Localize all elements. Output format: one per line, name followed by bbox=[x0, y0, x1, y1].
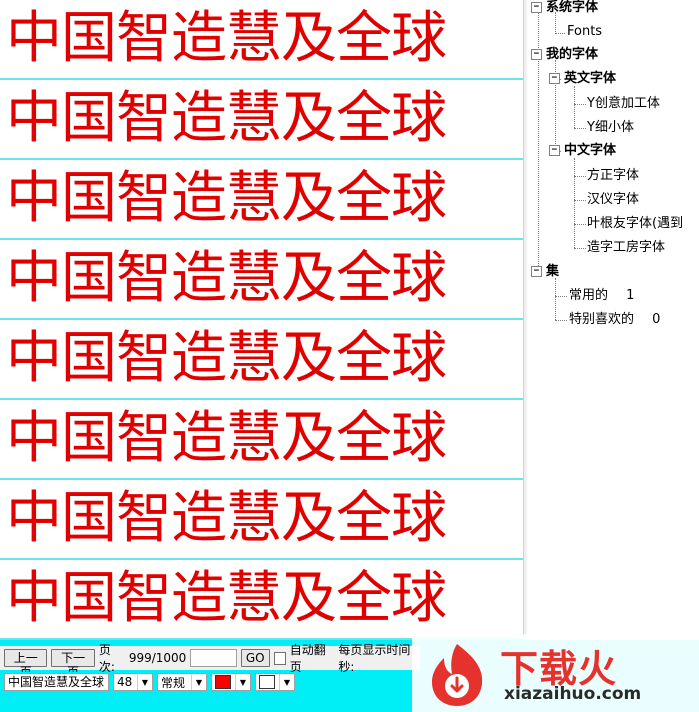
tree-node-fonts[interactable]: Fonts bbox=[567, 24, 602, 40]
style-toolbar: 中国智造慧及全球 48 ▼ 常规 ▼ ▼ ▼ bbox=[0, 672, 420, 692]
chevron-down-icon: ▼ bbox=[235, 674, 250, 690]
chevron-down-icon: ▼ bbox=[279, 674, 294, 690]
chevron-down-icon: ▼ bbox=[137, 674, 152, 690]
text-color-swatch bbox=[215, 675, 231, 689]
status-strip bbox=[0, 694, 420, 712]
background-color-swatch bbox=[259, 675, 275, 689]
font-tree[interactable]: − 系统字体 Fonts − 我的字体 − 英文字体 Y创意加工体 Y细小体 − 中文字… bbox=[527, 0, 699, 640]
tree-node-collection-item[interactable]: 常用的 1 bbox=[569, 288, 634, 304]
tree-node-chinese-fonts[interactable]: − 中文字体 bbox=[549, 143, 616, 159]
font-style-value: 常规 bbox=[161, 675, 186, 690]
tree-node-collection-item[interactable]: 特别喜欢的 0 bbox=[569, 312, 660, 328]
preview-row: 中国智造慧及全球 bbox=[0, 320, 523, 400]
pager-toolbar: 上一页 下一页 页次: 999/1000 GO 自动翻页 每页显示时间秒: bbox=[0, 643, 420, 679]
preview-row: 中国智造慧及全球 bbox=[0, 560, 523, 640]
collection-count: 1 bbox=[626, 288, 635, 303]
preview-row: 中国智造慧及全球 bbox=[0, 80, 523, 160]
text-color-picker[interactable]: ▼ bbox=[211, 673, 251, 691]
preview-text: 中国智造慧及全球 bbox=[6, 246, 447, 311]
autoflip-label: 自动翻页 bbox=[289, 643, 326, 674]
chevron-down-icon: ▼ bbox=[191, 674, 206, 690]
tree-node-system-fonts[interactable]: − 系统字体 bbox=[531, 0, 598, 16]
page-input[interactable] bbox=[190, 649, 237, 667]
go-button[interactable]: GO bbox=[240, 649, 270, 667]
collapse-icon[interactable]: − bbox=[531, 49, 542, 60]
page-value: 999/1000 bbox=[128, 651, 187, 665]
collapse-icon[interactable]: − bbox=[531, 2, 542, 13]
watermark-domain: xiazaihuo.com bbox=[504, 684, 642, 704]
tree-node-my-fonts[interactable]: − 我的字体 bbox=[531, 47, 598, 63]
preview-text: 中国智造慧及全球 bbox=[6, 6, 447, 71]
font-preview-area: 中国智造慧及全球 中国智造慧及全球 中国智造慧及全球 中国智造慧及全球 中国智造慧及全球… bbox=[0, 0, 523, 640]
tree-node-font-item[interactable]: 汉仪字体 bbox=[587, 192, 639, 208]
tree-node-label: Y细小体 bbox=[587, 120, 634, 135]
tree-node-label: 系统字体 bbox=[546, 0, 599, 15]
tree-node-label: 英文字体 bbox=[564, 71, 617, 86]
tree-node-label: 方正字体 bbox=[587, 168, 640, 183]
tree-node-label: Fonts bbox=[567, 24, 603, 39]
tree-node-label: Y创意加工体 bbox=[587, 96, 660, 111]
preview-text: 中国智造慧及全球 bbox=[6, 326, 447, 391]
interval-label: 每页显示时间秒: bbox=[338, 643, 411, 674]
tree-node-label: 常用的 bbox=[569, 288, 609, 303]
tree-node-english-fonts[interactable]: − 英文字体 bbox=[549, 71, 616, 87]
background-color-picker[interactable]: ▼ bbox=[255, 673, 295, 691]
collapse-icon[interactable]: − bbox=[549, 73, 560, 84]
preview-text: 中国智造慧及全球 bbox=[6, 166, 447, 231]
page-label: 页次: bbox=[98, 643, 115, 674]
tree-node-font-item[interactable]: 叶根友字体(遇到 bbox=[587, 216, 683, 232]
preview-row: 中国智造慧及全球 bbox=[0, 160, 523, 240]
preview-text: 中国智造慧及全球 bbox=[6, 566, 447, 631]
tree-node-label: 中文字体 bbox=[564, 143, 617, 158]
tree-node-font-item[interactable]: Y细小体 bbox=[587, 120, 634, 136]
flame-logo-icon bbox=[432, 644, 483, 706]
tree-node-font-item[interactable]: Y创意加工体 bbox=[587, 96, 660, 112]
tree-node-label: 我的字体 bbox=[546, 47, 599, 62]
collapse-icon[interactable]: − bbox=[549, 145, 560, 156]
tree-node-label: 叶根友字体(遇到 bbox=[587, 216, 684, 231]
font-size-value: 48 bbox=[117, 675, 133, 689]
tree-node-font-item[interactable]: 方正字体 bbox=[587, 168, 639, 184]
preview-text: 中国智造慧及全球 bbox=[6, 406, 447, 471]
tree-node-font-item[interactable]: 造字工房字体 bbox=[587, 240, 665, 256]
tree-node-collections[interactable]: − 集 bbox=[531, 264, 559, 280]
preview-row: 中国智造慧及全球 bbox=[0, 400, 523, 480]
collection-count: 0 bbox=[652, 312, 661, 327]
font-style-select[interactable]: 常规 ▼ bbox=[157, 673, 207, 691]
watermark: 下载火 xiazaihuo.com bbox=[412, 634, 699, 712]
prev-page-button[interactable]: 上一页 bbox=[4, 649, 48, 679]
tree-node-label: 造字工房字体 bbox=[587, 240, 666, 255]
tree-node-label: 特别喜欢的 bbox=[569, 312, 635, 327]
preview-row: 中国智造慧及全球 bbox=[0, 240, 523, 320]
preview-row: 中国智造慧及全球 bbox=[0, 480, 523, 560]
font-size-select[interactable]: 48 ▼ bbox=[113, 673, 153, 691]
preview-row: 中国智造慧及全球 bbox=[0, 0, 523, 80]
tree-node-label: 汉仪字体 bbox=[587, 192, 640, 207]
collapse-icon[interactable]: − bbox=[531, 266, 542, 277]
next-page-button[interactable]: 下一页 bbox=[51, 649, 95, 679]
tree-node-label: 集 bbox=[546, 264, 560, 279]
autoflip-checkbox[interactable] bbox=[273, 651, 286, 665]
preview-text: 中国智造慧及全球 bbox=[6, 86, 447, 151]
preview-text: 中国智造慧及全球 bbox=[6, 486, 447, 551]
sample-text-input[interactable]: 中国智造慧及全球 bbox=[4, 673, 109, 691]
